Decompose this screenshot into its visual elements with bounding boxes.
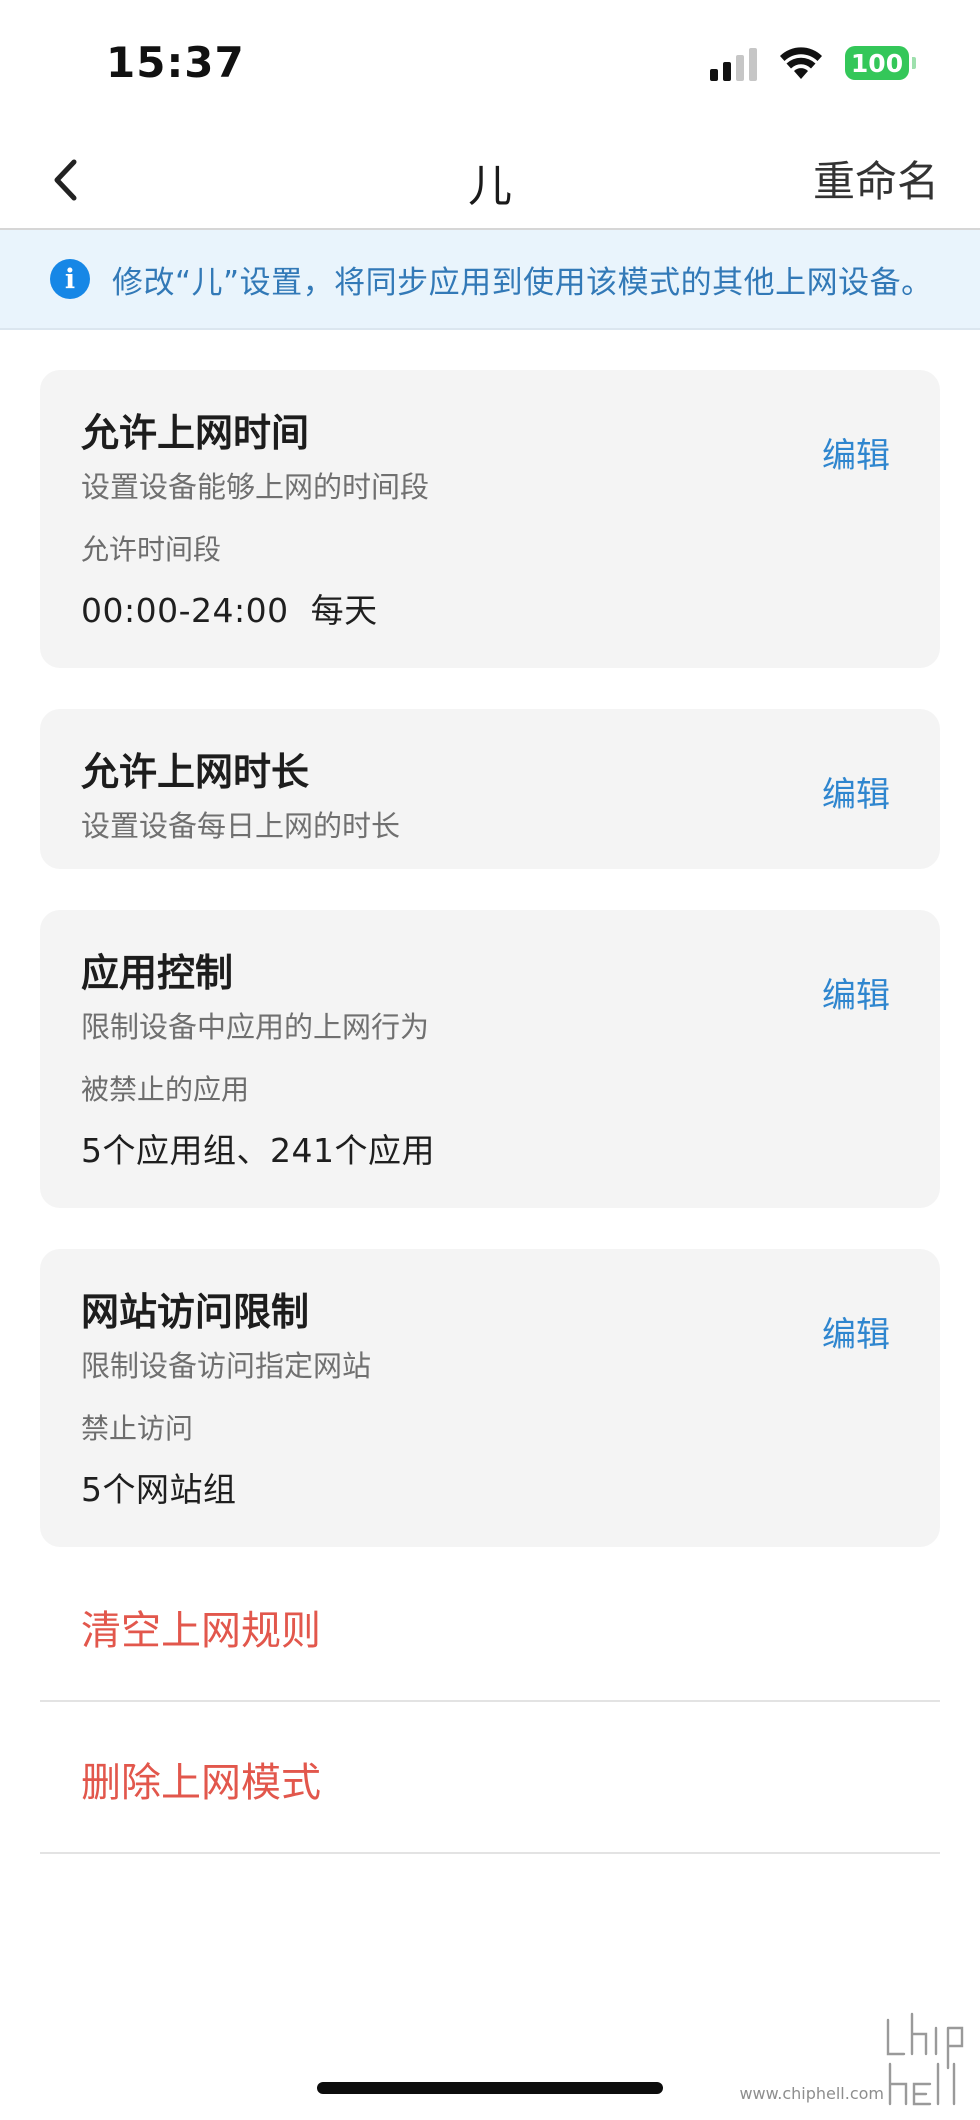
card-description: 设置设备能够上网的时间段 [81, 470, 430, 504]
edit-app-control-button[interactable]: 编辑 [822, 968, 890, 1017]
card-title: 允许上网时长 [81, 750, 310, 794]
action-label: 清空上网规则 [81, 1608, 321, 1654]
card-description: 限制设备中应用的上网行为 [81, 1010, 430, 1044]
allowed-duration-card: 允许上网时长 设置设备每日上网的时长 编辑 [40, 709, 940, 869]
chiphell-logo-icon [884, 2010, 966, 2108]
card-label: 禁止访问 [81, 1412, 194, 1445]
watermark: www.chiphell.com [738, 2006, 968, 2116]
status-time: 15:37 [106, 38, 245, 87]
wifi-icon [780, 47, 822, 79]
info-icon: i [50, 259, 90, 299]
info-banner: i 修改“儿”设置，将同步应用到使用该模式的其他上网设备。 [0, 230, 980, 330]
card-title: 应用控制 [81, 951, 234, 995]
edit-allowed-duration-button[interactable]: 编辑 [822, 767, 890, 816]
allowed-time-card: 允许上网时间 设置设备能够上网的时间段 允许时间段 00:00-24:00 每天… [40, 370, 940, 668]
clear-rules-button[interactable]: 清空上网规则 [40, 1550, 940, 1702]
edit-allowed-time-button[interactable]: 编辑 [822, 428, 890, 477]
action-label: 删除上网模式 [81, 1760, 321, 1806]
card-title: 允许上网时间 [81, 411, 310, 455]
delete-mode-button[interactable]: 删除上网模式 [40, 1702, 940, 1854]
card-value: 5个网站组 [81, 1470, 237, 1509]
card-label: 允许时间段 [81, 533, 222, 566]
watermark-url: www.chiphell.com [739, 2084, 884, 2103]
status-bar: 15:37 100 [0, 0, 980, 130]
home-indicator[interactable] [317, 2082, 663, 2094]
battery-icon: 100 [845, 46, 916, 80]
status-icons: 100 [710, 45, 916, 81]
battery-level: 100 [845, 46, 909, 80]
info-banner-text: 修改“儿”设置，将同步应用到使用该模式的其他上网设备。 [112, 264, 933, 301]
nav-bar: 儿 重命名 [0, 130, 980, 230]
website-restriction-card: 网站访问限制 限制设备访问指定网站 禁止访问 5个网站组 编辑 [40, 1249, 940, 1547]
card-title: 网站访问限制 [81, 1290, 310, 1334]
cellular-signal-icon [710, 45, 757, 81]
card-description: 设置设备每日上网的时长 [81, 809, 401, 843]
card-value: 00:00-24:00 每天 [81, 591, 378, 630]
card-label: 被禁止的应用 [81, 1073, 250, 1106]
rename-button[interactable]: 重命名 [813, 148, 939, 209]
edit-website-restriction-button[interactable]: 编辑 [822, 1307, 890, 1356]
card-value: 5个应用组、241个应用 [81, 1131, 435, 1170]
app-control-card: 应用控制 限制设备中应用的上网行为 被禁止的应用 5个应用组、241个应用 编辑 [40, 910, 940, 1208]
card-description: 限制设备访问指定网站 [81, 1349, 372, 1383]
